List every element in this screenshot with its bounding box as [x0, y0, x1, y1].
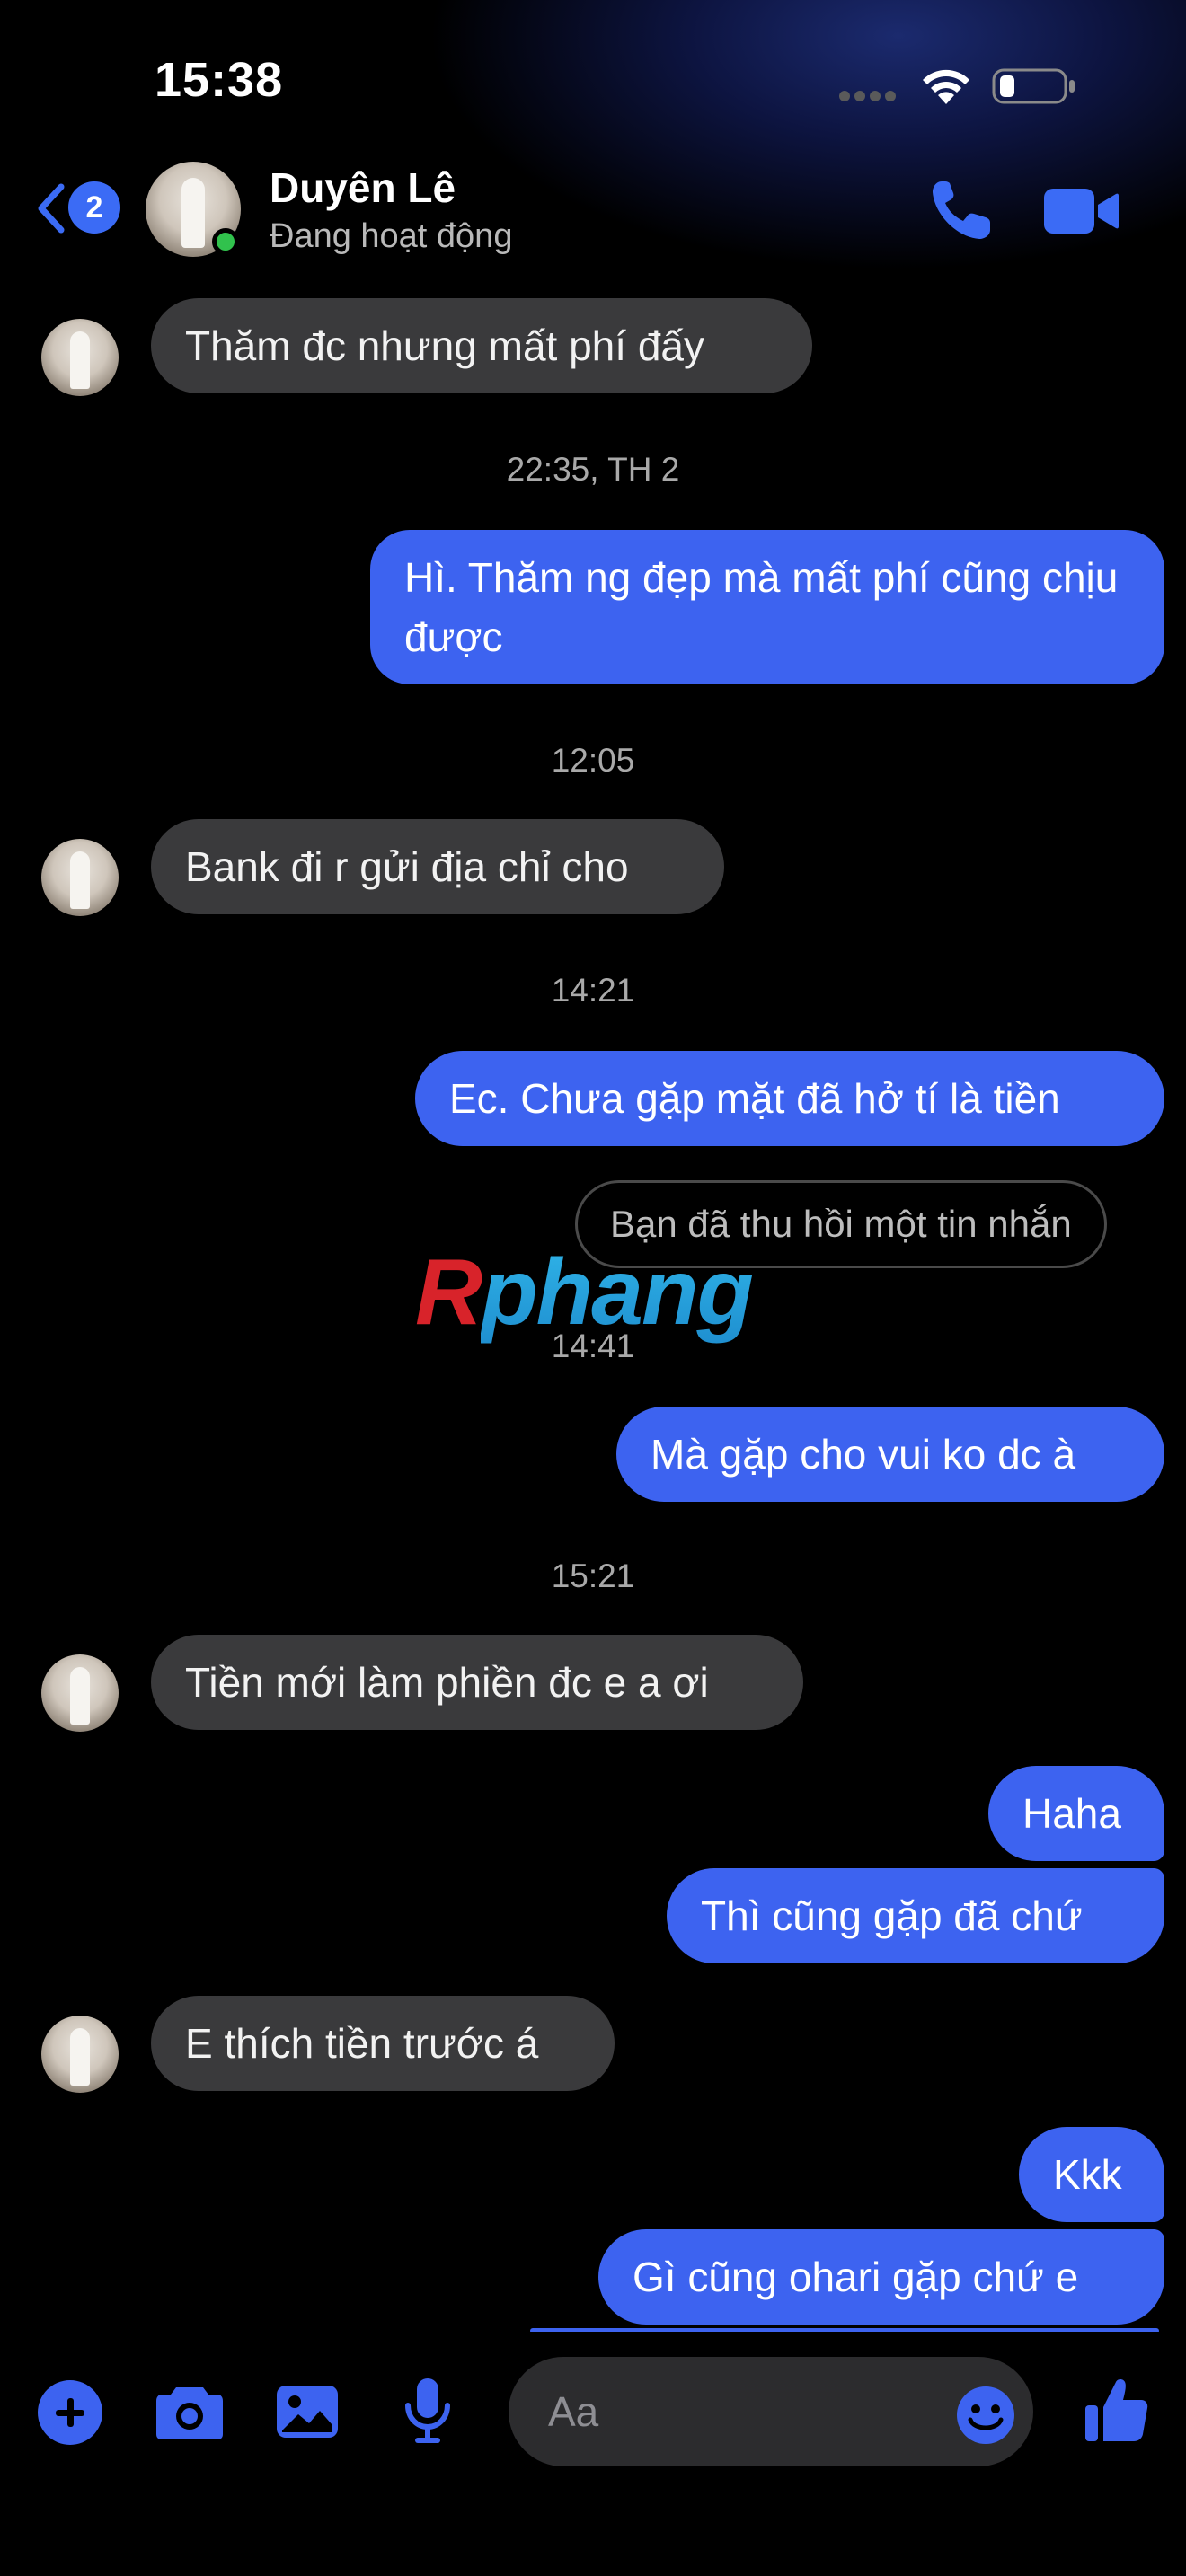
watermark-logo: Rphang: [415, 1240, 754, 1345]
microphone-icon[interactable]: [401, 2377, 455, 2447]
phone-icon[interactable]: [929, 178, 994, 243]
sender-avatar[interactable]: [41, 1654, 119, 1732]
message-timestamp: 22:35, TH 2: [506, 451, 680, 488]
smiley-icon[interactable]: [956, 2386, 1015, 2445]
sender-avatar[interactable]: [41, 2016, 119, 2093]
cellular-signal-icon: [839, 90, 902, 104]
outgoing-message[interactable]: Kkk: [1019, 2127, 1164, 2222]
thumbs-up-icon[interactable]: [1084, 2377, 1148, 2443]
message-input-placeholder: Aa: [548, 2388, 599, 2435]
plus-icon[interactable]: [38, 2380, 102, 2445]
message-timestamp: 15:21: [551, 1557, 635, 1594]
message-timestamp: 14:21: [551, 972, 635, 1009]
contact-active-status: Đang hoạt động: [270, 217, 513, 255]
contact-name[interactable]: Duyên Lê: [270, 163, 456, 212]
status-bar-time: 15:38: [155, 53, 284, 107]
outgoing-message[interactable]: Mà gặp cho vui ko dc à: [616, 1407, 1164, 1502]
outgoing-message[interactable]: Thì cũng gặp đã chứ: [667, 1868, 1164, 1963]
incoming-message[interactable]: Bank đi r gửi địa chỉ cho: [151, 819, 724, 914]
sender-avatar[interactable]: [41, 839, 119, 916]
message-input[interactable]: Aa: [509, 2357, 1033, 2466]
back-button[interactable]: 2: [34, 176, 124, 241]
outgoing-message[interactable]: Gì cũng ohari gặp chứ e: [598, 2229, 1164, 2325]
sender-avatar[interactable]: [41, 319, 119, 396]
incoming-message[interactable]: E thích tiền trước á: [151, 1996, 615, 2091]
incoming-message[interactable]: Tiền mới làm phiền đc e a ơi: [151, 1635, 803, 1730]
message-timestamp: 12:05: [551, 742, 635, 779]
incoming-message[interactable]: Thăm đc nhưng mất phí đấy: [151, 298, 812, 393]
outgoing-message[interactable]: Hì. Thăm ng đẹp mà mất phí cũng chịu đượ…: [370, 530, 1164, 684]
outgoing-message[interactable]: Ec. Chưa gặp mặt đã hở tí là tiền: [415, 1051, 1164, 1146]
wifi-icon: [923, 69, 969, 104]
outgoing-message[interactable]: Haha: [988, 1766, 1164, 1861]
image-icon[interactable]: [275, 2382, 340, 2441]
camera-icon[interactable]: [155, 2382, 225, 2441]
battery-icon: [992, 68, 1075, 104]
unread-count-badge: 2: [68, 181, 120, 234]
online-status-dot: [212, 228, 239, 255]
video-camera-icon[interactable]: [1042, 183, 1120, 239]
chevron-left-icon: [38, 183, 65, 234]
